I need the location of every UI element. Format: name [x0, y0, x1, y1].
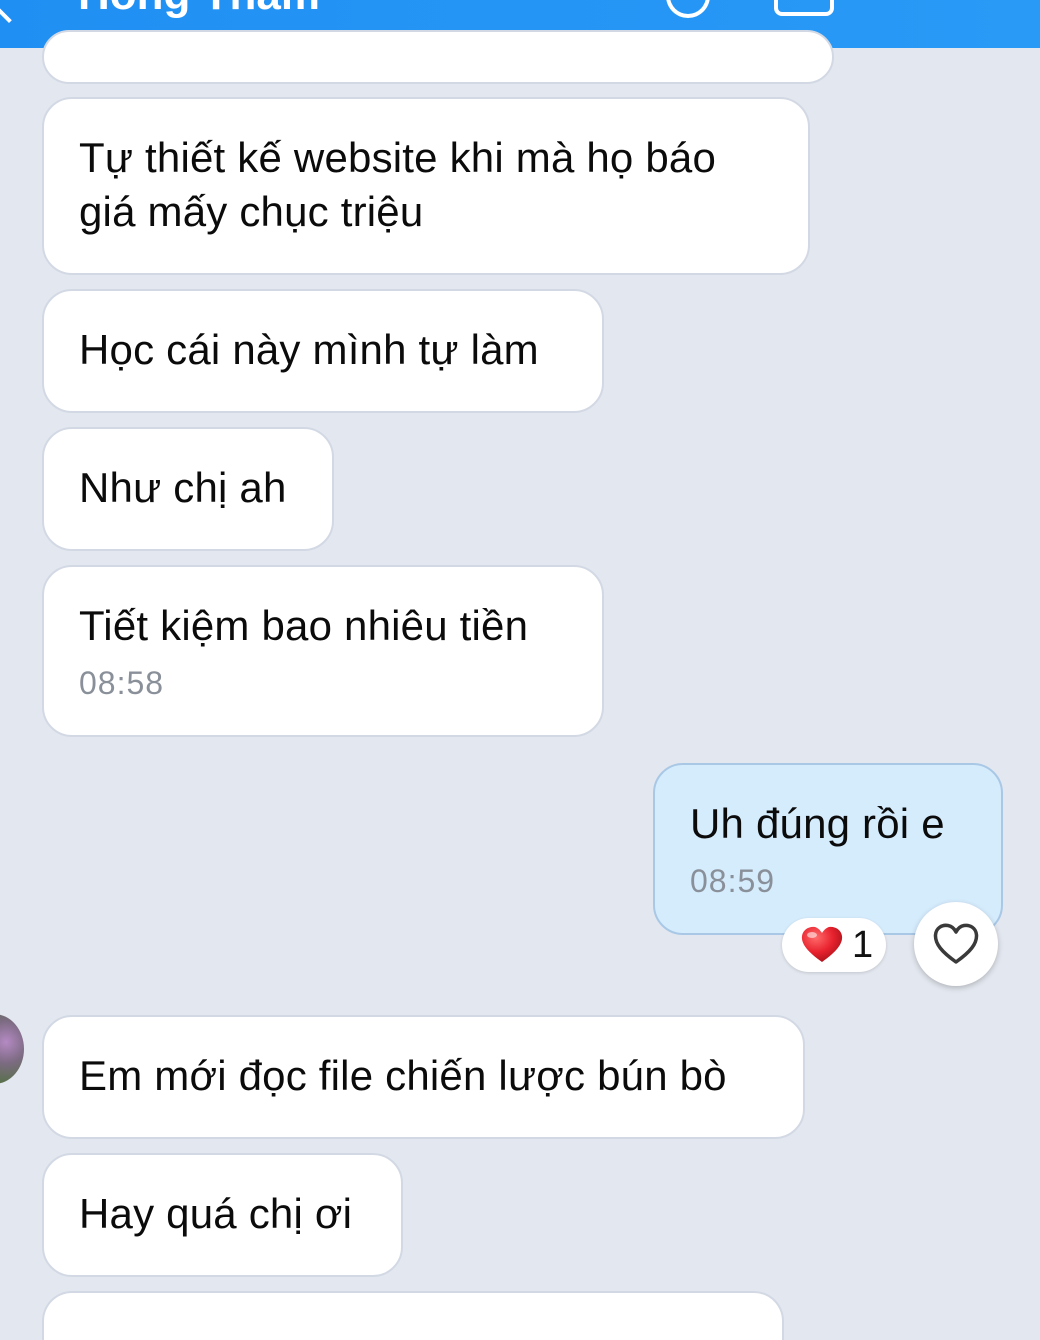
back-arrow-icon[interactable] [0, 0, 34, 24]
message-text: Như chị ah [79, 464, 287, 511]
message-bubble[interactable]: Học cái này mình tự làm [42, 289, 604, 413]
avatar[interactable] [0, 1014, 24, 1084]
message-bubble[interactable]: Tiết kiệm bao nhiêu tiền 08:58 [42, 565, 604, 737]
message-bubble[interactable]: Em mới đọc file chiến lược bún bò [42, 1015, 805, 1139]
heart-outline-icon [933, 923, 979, 964]
message-text: Tiết kiệm bao nhiêu tiền [79, 602, 529, 649]
message-text: Uh đúng rồi e [690, 800, 945, 847]
message-text: Hay quá chị ơi [79, 1190, 353, 1237]
message-bubble[interactable]: Như chị ah [42, 427, 334, 551]
reaction-summary[interactable]: 1 [782, 918, 886, 972]
message-timestamp: 08:58 [79, 665, 165, 701]
red-heart-icon [801, 926, 843, 962]
message-timestamp: 08:59 [690, 863, 776, 899]
message-text: Học cái này mình tự làm [79, 326, 539, 373]
phone-call-icon[interactable] [666, 0, 710, 18]
reaction-count: 1 [852, 924, 874, 966]
video-call-icon[interactable] [774, 0, 834, 16]
message-bubble[interactable]: Tự thiết kế website khi mà họ báo giá mấ… [42, 97, 810, 275]
message-text-line: giá mấy chục triệu [79, 188, 424, 235]
message-bubble-partial-bottom[interactable] [42, 1291, 784, 1340]
message-text-line: Tự thiết kế website khi mà họ báo [79, 134, 717, 181]
add-reaction-button[interactable] [914, 902, 998, 986]
message-bubble-partial-top[interactable] [42, 30, 834, 84]
menu-icon[interactable] [918, 0, 978, 2]
message-bubble[interactable]: Hay quá chị ơi [42, 1153, 403, 1277]
chat-title[interactable]: Hồng Thắm [78, 0, 320, 20]
message-text: Em mới đọc file chiến lược bún bò [79, 1052, 727, 1099]
